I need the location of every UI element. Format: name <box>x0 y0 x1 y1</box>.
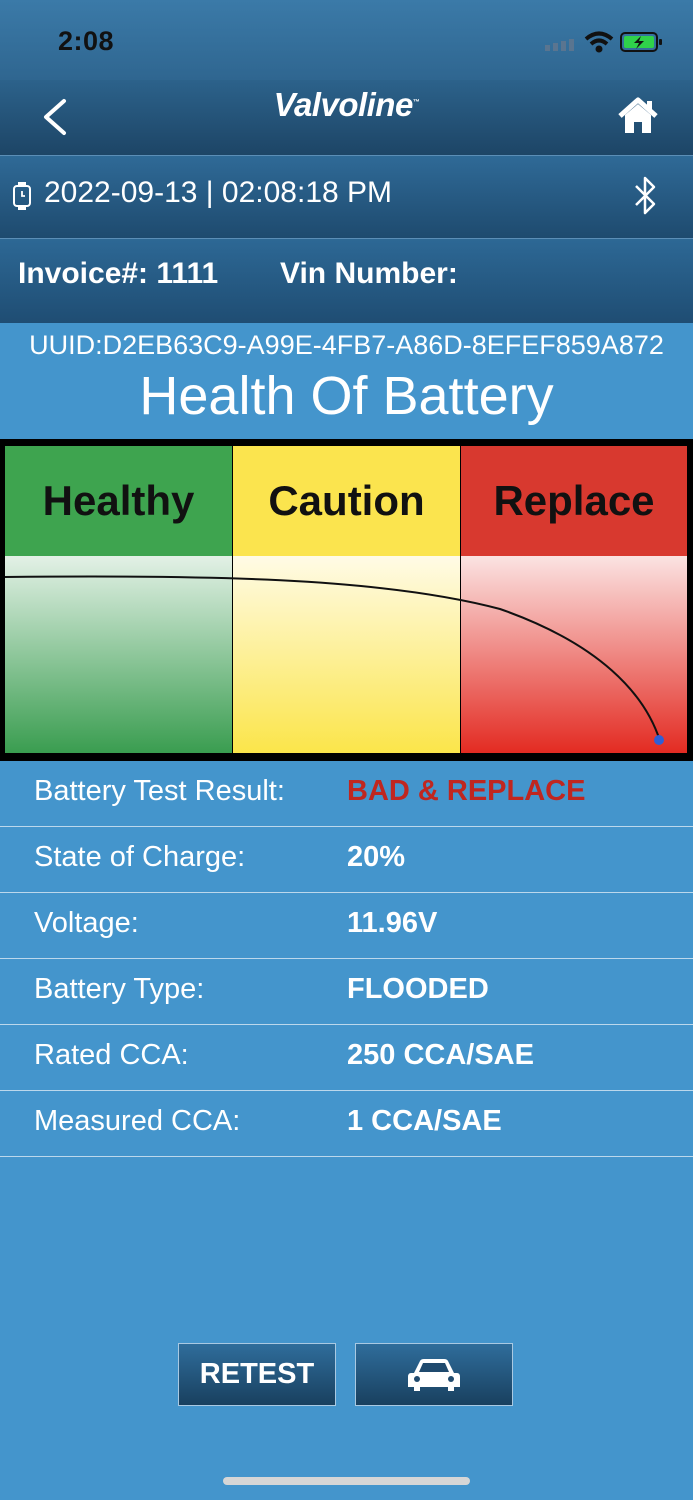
brand-trademark: ™ <box>412 99 420 106</box>
result-label: Measured CCA: <box>34 1105 241 1137</box>
home-icon[interactable] <box>617 96 659 136</box>
result-label: State of Charge: <box>34 841 246 873</box>
brand-wordmark: Valvoline <box>273 86 414 123</box>
result-value: 20% <box>347 841 406 873</box>
health-curve <box>4 575 664 745</box>
result-value: 1 CCA/SAE <box>347 1105 502 1137</box>
result-row-voltage: Voltage: 11.96V <box>0 893 693 959</box>
invoice-number: Invoice#: 1111 <box>18 257 219 290</box>
bluetooth-icon[interactable] <box>630 172 660 220</box>
home-indicator[interactable] <box>223 1477 470 1485</box>
result-row-state-of-charge: State of Charge: 20% <box>0 827 693 893</box>
test-datetime: 2022-09-13 | 02:08:18 PM <box>44 176 393 209</box>
page-title: Health Of Battery <box>139 366 554 426</box>
result-label: Voltage: <box>34 907 139 939</box>
result-label: Rated CCA: <box>34 1039 189 1071</box>
result-row-rated-cca: Rated CCA: 250 CCA/SAE <box>0 1025 693 1091</box>
health-curve-line <box>4 575 661 742</box>
vehicle-button[interactable] <box>355 1343 513 1406</box>
result-label: Battery Test Result: <box>34 775 285 807</box>
result-row-test-result: Battery Test Result: BAD & REPLACE <box>0 761 693 827</box>
battery-charging-icon <box>620 32 662 52</box>
result-value: 11.96V <box>347 907 438 939</box>
result-value: BAD & REPLACE <box>347 775 586 807</box>
device-uuid: UUID:D2EB63C9-A99E-4FB7-A86D-8EFEF859A87… <box>29 330 664 360</box>
vin-number: Vin Number: <box>280 257 458 290</box>
result-value: 250 CCA/SAE <box>347 1039 534 1071</box>
wifi-icon <box>584 31 614 53</box>
result-value: FLOODED <box>347 973 489 1005</box>
cellular-signal-icon <box>545 39 574 51</box>
result-row-battery-type: Battery Type: FLOODED <box>0 959 693 1025</box>
health-marker <box>654 735 664 745</box>
brand-logo: Valvoline™ <box>0 86 693 124</box>
retest-button[interactable]: RETEST <box>178 1343 336 1406</box>
battery-health-gauge: Healthy Caution Replace <box>0 439 693 761</box>
result-row-measured-cca: Measured CCA: 1 CCA/SAE <box>0 1091 693 1157</box>
status-time: 2:08 <box>58 26 115 56</box>
car-icon <box>408 1358 460 1391</box>
result-label: Battery Type: <box>34 973 205 1005</box>
watch-icon <box>13 182 31 210</box>
